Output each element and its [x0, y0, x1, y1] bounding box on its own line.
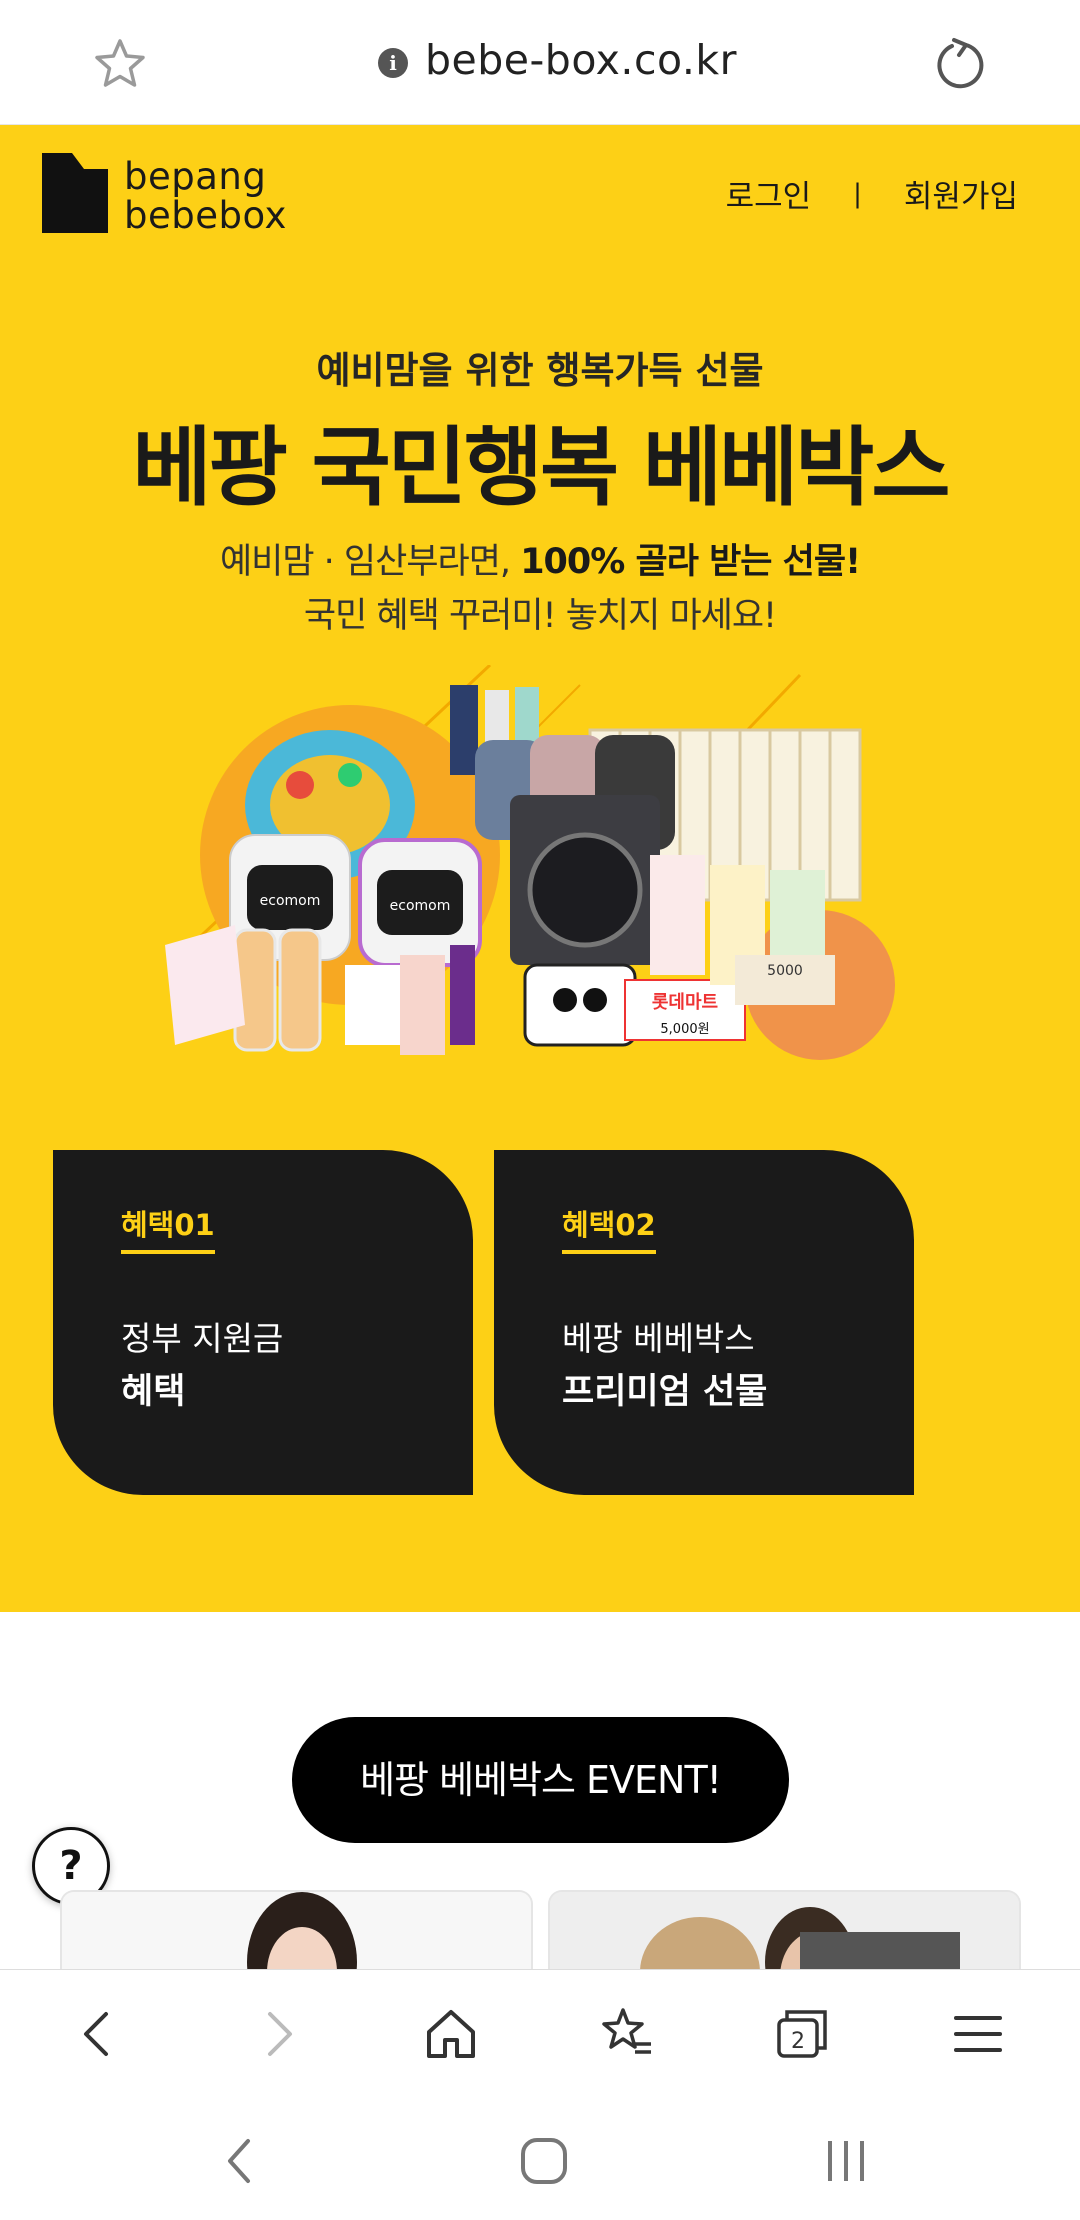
menu-icon[interactable]	[948, 2004, 1008, 2064]
login-link[interactable]: 로그인	[726, 171, 812, 216]
system-home-icon[interactable]	[514, 2131, 574, 2191]
benefit-line1: 정부 지원금	[121, 1319, 284, 1358]
home-icon[interactable]	[421, 2004, 481, 2064]
bookmarks-icon[interactable]	[597, 2004, 657, 2064]
hero-title: 베팡 국민행복 베베박스	[132, 418, 950, 518]
benefit-tag: 혜택02	[562, 1202, 656, 1254]
url-text[interactable]: bebe-box.co.kr	[425, 36, 737, 84]
bookmark-star-icon[interactable]	[92, 36, 148, 92]
hero-subtitle: 예비맘을 위한 행복가득 선물	[316, 349, 764, 392]
event-button[interactable]: 베팡 베베박스 EVENT!	[292, 1717, 789, 1843]
system-recents-icon[interactable]	[816, 2131, 876, 2191]
desc-bold: 100% 골라 받는 선물!	[520, 542, 861, 582]
product-collage-image: ecomom ecomom 롯데마트 5,000원 5000	[165, 665, 895, 1060]
auth-links: 로그인 | 회원가입	[726, 171, 1018, 216]
svg-text:5,000원: 5,000원	[660, 1022, 709, 1037]
couple-photo-image	[550, 1892, 1019, 1970]
benefit-line2: 프리미엄 선물	[562, 1372, 768, 1412]
tabs-icon[interactable]: 2	[773, 2004, 833, 2064]
benefit-line2: 혜택	[121, 1372, 186, 1412]
browser-url-bar: i bebe-box.co.kr	[0, 0, 1080, 125]
forward-arrow-icon[interactable]	[248, 2004, 308, 2064]
auth-separator: |	[853, 178, 862, 209]
logo-mark-icon	[42, 153, 108, 233]
svg-text:5000: 5000	[767, 963, 803, 979]
site-info-icon[interactable]: i	[378, 48, 408, 78]
hero-description-line1: 예비맘 · 임산부라면, 100% 골라 받는 선물!	[0, 533, 1080, 584]
benefit-card-1[interactable]: 혜택01 정부 지원금 혜택	[53, 1150, 473, 1495]
event-thumbnail-1[interactable]	[60, 1890, 533, 1970]
signup-link[interactable]: 회원가입	[904, 171, 1018, 216]
benefit-line1: 베팡 베베박스	[562, 1319, 755, 1358]
system-nav-bar	[0, 2097, 1080, 2220]
hero-description-line2: 국민 혜택 꾸러미! 놓치지 마세요!	[303, 596, 777, 636]
desc-normal: 예비맘 · 임산부라면,	[219, 542, 521, 582]
logo-text-bebebox: bebebox	[124, 194, 287, 237]
svg-text:ecomom: ecomom	[260, 893, 321, 909]
woman-photo-image	[62, 1892, 531, 1970]
back-arrow-icon[interactable]	[68, 2004, 128, 2064]
benefit-tag: 혜택01	[121, 1202, 215, 1254]
event-thumbnail-2[interactable]	[548, 1890, 1021, 1970]
svg-text:2: 2	[791, 2029, 805, 2054]
svg-text:ecomom: ecomom	[390, 898, 451, 914]
system-back-icon[interactable]	[210, 2131, 270, 2191]
logo-text-bepang: bepang	[124, 155, 267, 198]
svg-text:롯데마트: 롯데마트	[652, 992, 718, 1013]
browser-bottom-nav: 2	[0, 1969, 1080, 2097]
hero-section: bepang bebebox 로그인 | 회원가입 예비맘을 위한 행복가득 선…	[0, 125, 1080, 1612]
reload-icon[interactable]	[932, 36, 988, 92]
benefit-card-2[interactable]: 혜택02 베팡 베베박스 프리미엄 선물	[494, 1150, 914, 1495]
